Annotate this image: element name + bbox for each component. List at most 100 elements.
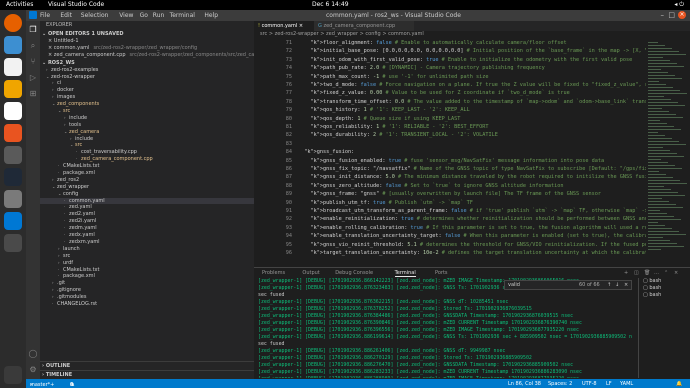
tree-item[interactable]: › include xyxy=(40,136,254,143)
tree-item[interactable]: · package.xml xyxy=(40,170,254,177)
menu-item-run[interactable]: Run xyxy=(153,12,165,19)
tree-item[interactable]: · zedm.yaml xyxy=(40,225,254,232)
maximize-panel-icon[interactable]: ⌃ xyxy=(664,270,668,276)
tree-item[interactable]: › images xyxy=(40,94,254,101)
tree-item[interactable]: › include xyxy=(40,115,254,122)
panel-tab-ports[interactable]: Ports xyxy=(435,270,448,276)
timeline-section[interactable]: › Timeline xyxy=(40,370,254,378)
tree-item[interactable]: › docker xyxy=(40,87,254,94)
app-name[interactable]: Visual Studio Code xyxy=(48,1,104,8)
tree-item[interactable]: · CMakeLists.txt xyxy=(40,267,254,274)
minimap[interactable] xyxy=(646,38,690,267)
encoding[interactable]: UTF-8 xyxy=(582,381,597,387)
tree-item[interactable]: · zedxm.yaml xyxy=(40,239,254,246)
arrow-down-icon[interactable]: ↓ xyxy=(615,282,619,288)
terminal-instance[interactable]: ▢ bash xyxy=(639,278,690,285)
tree-item[interactable]: · cost_traversability.cpp xyxy=(40,149,254,156)
tree-item[interactable]: ⌄ config xyxy=(40,191,254,198)
menu-item-view[interactable]: View xyxy=(119,12,133,19)
panel-tab-debug-console[interactable]: Debug Console xyxy=(335,270,373,276)
trash-icon[interactable]: 🗑 xyxy=(644,270,650,276)
tree-item[interactable]: › .gitmodules xyxy=(40,294,254,301)
maximize-icon[interactable]: □ xyxy=(668,11,675,19)
tree-item[interactable]: › src xyxy=(40,253,254,260)
more-icon[interactable]: … xyxy=(654,270,659,276)
indentation[interactable]: Spaces: 2 xyxy=(548,381,572,387)
open-editor-item[interactable]: × common.yaml src/zed-ros2-wrapper/zed_wr… xyxy=(40,45,254,52)
tree-item[interactable]: · common.yaml xyxy=(40,197,254,205)
panel-tab-terminal[interactable]: Terminal xyxy=(394,270,416,277)
code-editor[interactable]: 71 "k">floor_alignment: false # Enable t… xyxy=(254,38,690,267)
menu-item-help[interactable]: Help xyxy=(204,12,218,19)
bell-icon[interactable]: 🔔 xyxy=(676,381,682,387)
split-icon[interactable]: ◫ xyxy=(634,270,639,276)
tree-item[interactable]: · zed2i.yaml xyxy=(40,218,254,225)
terminal-output[interactable]: [zed_wrapper-1] [DEBUG] [1701902936.8661… xyxy=(258,278,636,378)
clock[interactable]: Dec 6 14:49 xyxy=(312,1,349,8)
menu-item-edit[interactable]: Edit xyxy=(60,12,72,19)
cursor-position[interactable]: Ln 86, Col 38 xyxy=(508,381,541,387)
arrow-up-icon[interactable]: ↑ xyxy=(607,282,611,288)
terminal-icon[interactable] xyxy=(4,168,22,186)
tree-item[interactable]: · CHANGELOG.rst xyxy=(40,301,254,308)
workspace-section[interactable]: ⌄ ROS2_WS xyxy=(40,59,254,67)
terminal-instance[interactable]: ▢ bash xyxy=(639,285,690,292)
rhythmbox-icon[interactable] xyxy=(4,80,22,98)
search-icon[interactable]: ⌕ xyxy=(28,41,38,51)
software-icon[interactable] xyxy=(4,124,22,142)
menu-item-terminal[interactable]: Terminal xyxy=(170,12,195,19)
menu-item-go[interactable]: Go xyxy=(140,12,148,19)
open-editors-section[interactable]: ⌄ Open Editors 1 unsaved xyxy=(40,30,254,38)
files-icon[interactable] xyxy=(4,58,22,76)
open-editor-item[interactable]: × zed_camera_component.cpp src/zed-ros2-w… xyxy=(40,52,254,59)
tree-item[interactable]: › zed_ros2 xyxy=(40,177,254,184)
tree-item[interactable]: · zedx.yaml xyxy=(40,232,254,239)
close-find-icon[interactable]: × xyxy=(624,282,628,288)
tree-item[interactable]: ⌄ zed_camera xyxy=(40,129,254,136)
plus-icon[interactable]: + xyxy=(624,270,628,276)
accounts-icon[interactable]: ◯ xyxy=(28,349,38,359)
tree-item[interactable]: › ci xyxy=(40,80,254,87)
breadcrumb[interactable]: src > zed-ros2-wrapper > zed_wrapper > c… xyxy=(254,31,690,38)
open-editor-item[interactable]: × Untitled-1 xyxy=(40,38,254,45)
terminal-instance[interactable]: ▢ bash xyxy=(639,292,690,299)
tree-item[interactable]: · package.xml xyxy=(40,273,254,280)
manage-gear-icon[interactable]: ⚙ xyxy=(28,365,38,375)
tree-item[interactable]: › zed-ros2-examples xyxy=(40,67,254,74)
close-tab-icon[interactable]: × xyxy=(299,23,303,29)
tree-item[interactable]: · CMakeLists.txt xyxy=(40,163,254,170)
panel-tab-output[interactable]: Output xyxy=(302,270,319,276)
close-panel-icon[interactable]: × xyxy=(674,270,678,276)
minimize-icon[interactable]: – xyxy=(661,11,665,19)
outline-section[interactable]: › Outline xyxy=(40,361,254,369)
tree-item[interactable]: › launch xyxy=(40,246,254,253)
tree-item[interactable]: › tools xyxy=(40,122,254,129)
help-icon[interactable] xyxy=(4,146,22,164)
tree-item[interactable]: · zed2.yaml xyxy=(40,211,254,218)
system-tray-icon[interactable]: ◂ ⏻ xyxy=(674,1,684,9)
menu-item-file[interactable]: File xyxy=(40,12,50,19)
tree-item[interactable]: ⌄ zed-ros2-wrapper xyxy=(40,74,254,81)
menu-item-selection[interactable]: Selection xyxy=(81,12,109,19)
source-control-icon[interactable]: ⑂ xyxy=(28,57,38,67)
tab-common-yaml[interactable]: ! common.yaml × xyxy=(254,21,314,31)
tree-item[interactable]: · zed_camera_component.cpp xyxy=(40,156,254,163)
find-input[interactable]: valid xyxy=(508,282,520,288)
run-debug-icon[interactable]: ▷ xyxy=(28,73,38,83)
close-icon[interactable]: × xyxy=(678,11,686,19)
panel-tab-problems[interactable]: Problems xyxy=(262,270,285,276)
language-mode[interactable]: YAML xyxy=(620,381,633,387)
tree-item[interactable]: ⌄ zed_wrapper xyxy=(40,184,254,191)
writer-icon[interactable] xyxy=(4,102,22,120)
tree-item[interactable]: › .gitignore xyxy=(40,287,254,294)
tab-zed-camera-component[interactable]: G zed_camera_component.cpp xyxy=(314,21,414,31)
extensions-icon[interactable]: ⊞ xyxy=(28,89,38,99)
settings-icon[interactable] xyxy=(4,190,22,208)
tree-item[interactable]: › .git xyxy=(40,280,254,287)
thunderbird-icon[interactable] xyxy=(4,36,22,54)
tree-item[interactable]: ⌄ zed_components xyxy=(40,101,254,108)
activities-button[interactable]: Activities xyxy=(6,1,33,8)
tree-item[interactable]: › urdf xyxy=(40,260,254,267)
trash-icon[interactable] xyxy=(4,234,22,252)
vscode-icon[interactable] xyxy=(4,212,22,230)
